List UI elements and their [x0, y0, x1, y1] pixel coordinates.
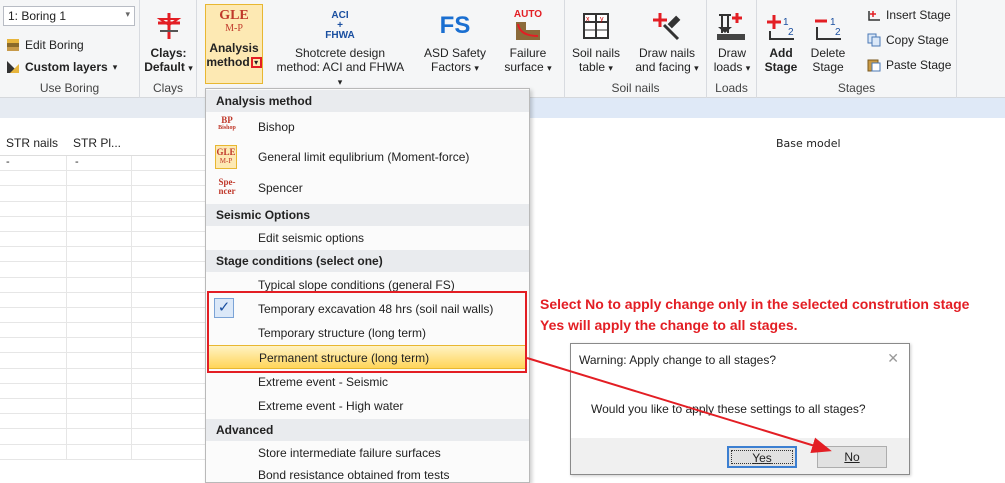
annotation-arrow	[526, 357, 832, 453]
